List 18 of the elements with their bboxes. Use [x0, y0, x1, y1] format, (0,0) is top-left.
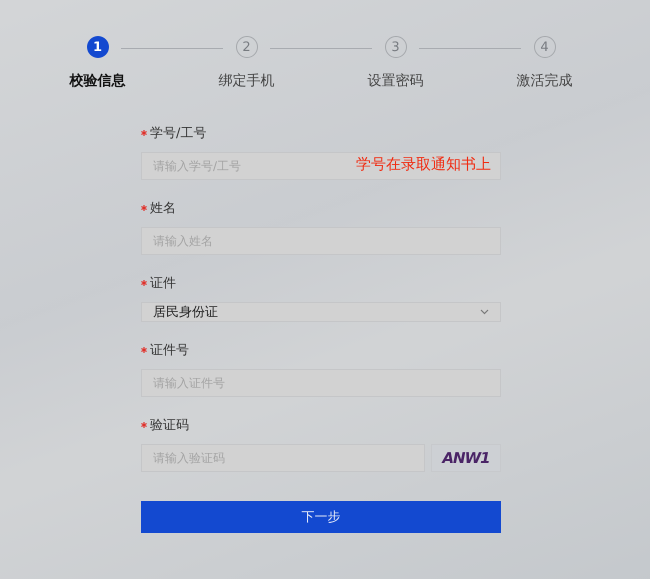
- step-number: 1: [86, 36, 108, 58]
- next-button[interactable]: 下一步: [141, 501, 501, 533]
- step-label: 设置密码: [368, 72, 424, 90]
- step-number: 3: [384, 36, 406, 58]
- field-label: 姓名: [150, 200, 176, 217]
- field-label: 证件号: [150, 342, 189, 359]
- field-label: 学号/工号: [150, 125, 206, 142]
- step-label: 绑定手机: [218, 72, 274, 90]
- step-label: 激活完成: [516, 72, 572, 90]
- field-label: 验证码: [150, 417, 189, 434]
- captcha-image[interactable]: ANW1: [431, 444, 501, 472]
- chevron-down-icon: [480, 309, 489, 315]
- hint-note: 学号在录取通知书上: [356, 155, 491, 174]
- step-label: 校验信息: [70, 72, 126, 90]
- step-number: 4: [534, 36, 556, 58]
- field-label: 证件: [150, 275, 176, 292]
- step-number: 2: [236, 36, 258, 58]
- select-field[interactable]: 居民身份证: [141, 302, 501, 322]
